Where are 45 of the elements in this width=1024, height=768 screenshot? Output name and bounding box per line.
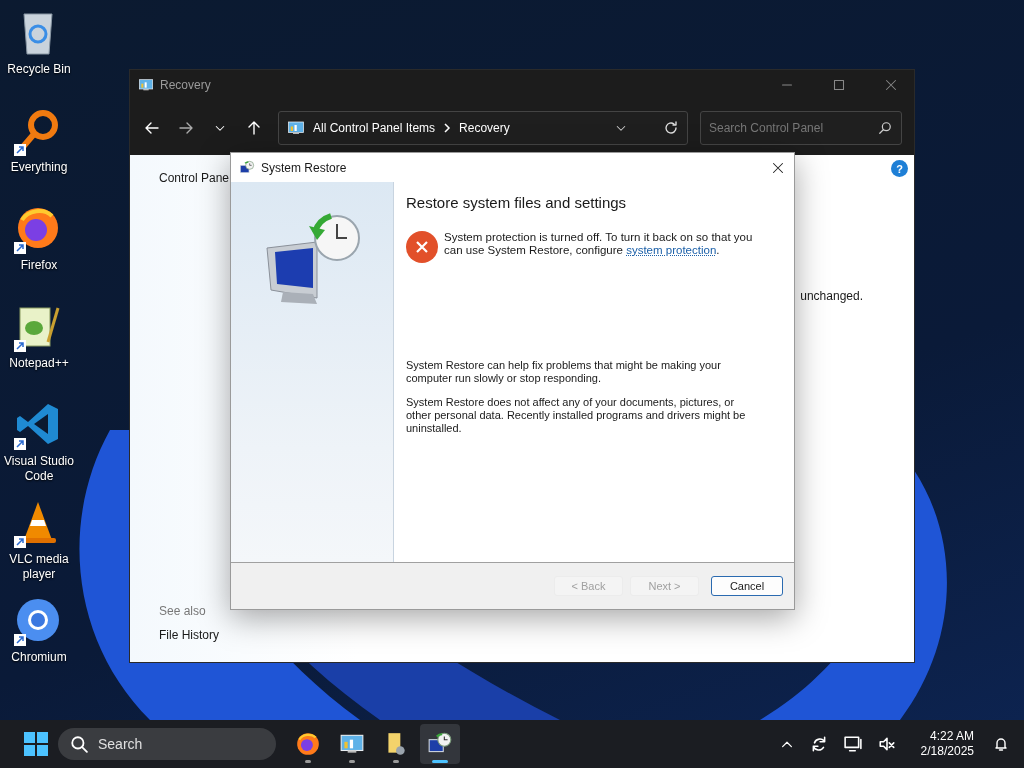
desktop-icon-label[interactable]: Chromium <box>11 650 67 665</box>
speaker-muted-icon <box>877 735 896 753</box>
dialog-title: System Restore <box>261 160 348 175</box>
desktop-icon-label[interactable]: Notepad++ <box>9 356 69 371</box>
description-text: System Restore does not affect any of your documents, pictures, or other personal data. Recently installed programs and drivers might be uninstalled. <box>406 396 747 435</box>
desktop-icon-label[interactable]: VLC media player <box>0 552 78 582</box>
up-arrow-icon <box>246 119 262 136</box>
error-icon <box>406 231 438 263</box>
description-text: System Restore can help fix problems that might be making your computer run slowly or stop responding. <box>406 359 722 385</box>
windows-logo-icon <box>24 732 48 756</box>
clock[interactable]: 4:22 AM 2/18/2025 <box>920 729 974 759</box>
address-bar[interactable]: All Control Panel Items Recovery <box>278 110 688 145</box>
close-icon <box>772 161 784 174</box>
search-icon <box>878 120 892 135</box>
see-also-link[interactable]: File History <box>159 628 359 642</box>
taskbar-search-field[interactable]: Search <box>58 728 276 760</box>
close-icon <box>885 79 897 91</box>
help-button[interactable]: ? <box>891 160 908 177</box>
maximize-icon <box>833 79 845 91</box>
window-title: Recovery <box>160 78 212 92</box>
firefox-icon <box>295 731 321 757</box>
monitor-chart-icon <box>287 118 305 137</box>
breadcrumb-item[interactable]: Recovery <box>459 120 510 135</box>
search-icon <box>70 735 88 753</box>
chromium-icon <box>14 596 62 644</box>
desktop-icon-label[interactable]: Firefox <box>20 258 58 273</box>
chevron-right-icon <box>443 122 452 133</box>
taskbar-app-button[interactable] <box>420 724 460 764</box>
dialog-heading: Restore system files and settings <box>406 194 628 211</box>
monitor-chart-icon <box>138 77 154 93</box>
error-message: System protection is turned off. To turn it back on so that you can use System Restore, configure system protection. <box>444 231 754 257</box>
desktop-icon-label[interactable]: Visual Studio Code <box>0 454 78 484</box>
desktop-icon-label[interactable]: Everything <box>10 160 68 175</box>
breadcrumb-item[interactable]: All Control Panel Items <box>313 120 436 135</box>
date-text: 2/18/2025 <box>920 744 974 759</box>
see-also-heading: See also <box>159 604 207 618</box>
search-field[interactable]: Search Control Panel <box>700 110 902 145</box>
time-text: 4:22 AM <box>929 729 974 744</box>
refresh-icon <box>663 119 679 136</box>
monitor-clock-icon <box>239 159 255 176</box>
dialog-button[interactable]: Cancel <box>711 576 783 596</box>
desktop-icon-label[interactable]: Recycle Bin <box>7 62 71 77</box>
body-text: unchanged. <box>800 289 863 303</box>
monitor-icon <box>843 735 862 753</box>
bell-icon <box>993 736 1009 752</box>
